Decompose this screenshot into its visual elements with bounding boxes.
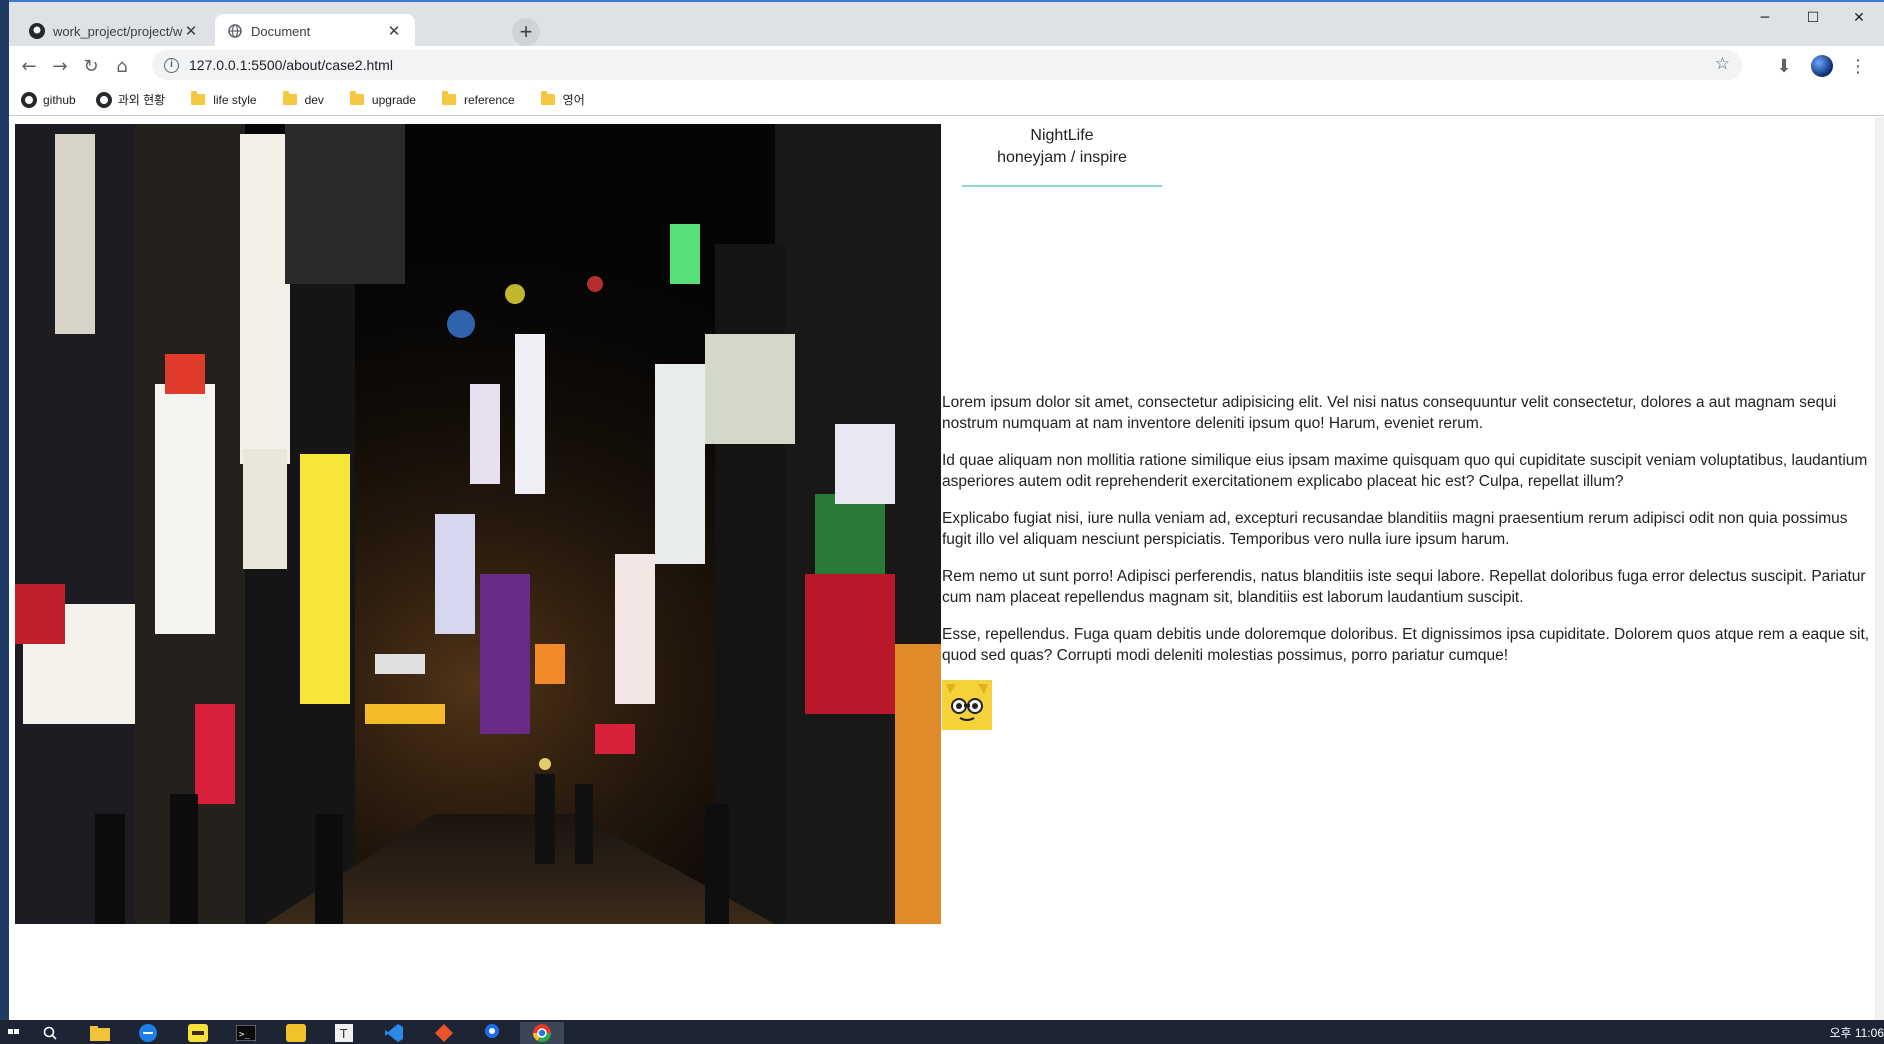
notepad-icon[interactable]: T bbox=[330, 1022, 358, 1044]
terminal-icon[interactable]: >_ bbox=[232, 1022, 260, 1044]
folder-icon bbox=[282, 91, 297, 105]
download-icon[interactable]: ⬇ bbox=[1771, 53, 1797, 79]
meta-divider bbox=[962, 185, 1162, 187]
close-icon[interactable]: ✕ bbox=[385, 22, 403, 40]
bookmark-label: dev bbox=[304, 92, 324, 107]
info-icon[interactable]: i bbox=[164, 57, 179, 73]
home-icon[interactable]: ⌂ bbox=[109, 53, 135, 79]
street-photo bbox=[15, 124, 941, 924]
url-text: 127.0.0.1:5500/about/case2.html bbox=[189, 57, 393, 73]
teamviewer-icon[interactable] bbox=[134, 1022, 162, 1044]
browser-toolbar: ← → ↻ ⌂ i 127.0.0.1:5500/about/case2.htm… bbox=[9, 46, 1884, 84]
avatar bbox=[1811, 55, 1833, 77]
bookmark-reference[interactable]: reference bbox=[436, 91, 515, 107]
article-paragraph: Lorem ipsum dolor sit amet, consectetur … bbox=[942, 394, 1837, 432]
desktop-edge bbox=[0, 0, 9, 1020]
folder-icon bbox=[441, 91, 456, 105]
sourcetree-icon[interactable] bbox=[430, 1022, 458, 1044]
bookmark-label: 영어 bbox=[562, 93, 585, 107]
post-meta: NightLife honeyjam / inspire bbox=[962, 125, 1162, 169]
maximize-icon[interactable]: ☐ bbox=[1790, 6, 1836, 30]
bookmark-label: 과외 현황 bbox=[117, 93, 166, 107]
bookmark-label: github bbox=[43, 92, 76, 107]
forward-icon[interactable]: → bbox=[47, 53, 73, 79]
folder-icon bbox=[349, 91, 364, 105]
article-paragraph: Explicabo fugiat nisi, iure nulla veniam… bbox=[942, 510, 1848, 548]
tab-title: Document bbox=[251, 23, 311, 39]
profile-icon[interactable] bbox=[1809, 53, 1835, 79]
svg-text:>_: >_ bbox=[239, 1030, 250, 1040]
bookmarks-bar: github 과외 현황 life style dev upgrade refe… bbox=[9, 84, 1884, 116]
window-close-icon[interactable]: ✕ bbox=[1836, 6, 1882, 30]
github-icon bbox=[29, 23, 45, 39]
bookmark-star-icon[interactable]: ☆ bbox=[1715, 54, 1730, 74]
tab-github-project[interactable]: work_project/project/week2 at m ✕ bbox=[17, 14, 212, 48]
scrollbar[interactable] bbox=[1875, 117, 1884, 1020]
article-paragraph: Esse, repellendus. Fuga quam debitis und… bbox=[942, 626, 1870, 664]
tab-title: work_project/project/week2 at m bbox=[53, 23, 182, 39]
bookmark-english[interactable]: 영어 bbox=[535, 91, 585, 108]
kakaotalk-icon[interactable] bbox=[184, 1022, 212, 1044]
github-icon bbox=[95, 91, 112, 108]
chrome-icon[interactable] bbox=[520, 1022, 564, 1044]
menu-icon[interactable]: ⋮ bbox=[1845, 53, 1871, 79]
bookmark-label: life style bbox=[213, 92, 257, 107]
folder-icon bbox=[191, 91, 206, 105]
system-clock: 오후 11:06 bbox=[1829, 1026, 1884, 1040]
minimize-icon[interactable]: ─ bbox=[1742, 6, 1788, 30]
bookmark-label: reference bbox=[463, 92, 515, 107]
github-icon bbox=[21, 91, 37, 108]
article-paragraph: Id quae aliquam non mollitia ratione sim… bbox=[942, 452, 1868, 490]
bookmark-tutoring-status[interactable]: 과외 현황 bbox=[95, 91, 166, 108]
tab-strip: work_project/project/week2 at m ✕ Docume… bbox=[9, 0, 1884, 48]
new-tab-button[interactable]: + bbox=[512, 18, 540, 46]
reload-icon[interactable]: ↻ bbox=[78, 53, 104, 79]
file-explorer-icon[interactable] bbox=[86, 1022, 114, 1044]
folder-icon bbox=[540, 91, 555, 105]
address-bar[interactable]: i 127.0.0.1:5500/about/case2.html ☆ bbox=[152, 50, 1742, 80]
back-icon[interactable]: ← bbox=[16, 53, 42, 79]
svg-text:T: T bbox=[339, 1027, 348, 1041]
bookmark-upgrade[interactable]: upgrade bbox=[344, 91, 416, 107]
bookmark-dev[interactable]: dev bbox=[277, 91, 324, 107]
search-icon[interactable] bbox=[36, 1022, 64, 1044]
globe-icon bbox=[227, 23, 243, 39]
article-body: Lorem ipsum dolor sit amet, consectetur … bbox=[942, 392, 1870, 730]
hero-image-nightlife-street bbox=[15, 124, 941, 924]
app-yellow-icon[interactable] bbox=[282, 1022, 310, 1044]
bookmark-label: upgrade bbox=[371, 92, 416, 107]
emoji-image bbox=[942, 680, 992, 730]
post-title: NightLife bbox=[1030, 127, 1094, 144]
tab-document[interactable]: Document ✕ bbox=[215, 14, 415, 48]
bookmark-github[interactable]: github bbox=[21, 91, 76, 108]
start-icon[interactable] bbox=[0, 1022, 28, 1044]
vscode-icon[interactable] bbox=[380, 1022, 408, 1044]
taskbar: >_ T 오후 11:06 bbox=[0, 1020, 1884, 1044]
bookmark-life-style[interactable]: life style bbox=[185, 91, 257, 107]
post-author-category: honeyjam / inspire bbox=[997, 149, 1127, 166]
close-icon[interactable]: ✕ bbox=[182, 22, 200, 40]
page-viewport: NightLife honeyjam / inspire Lorem ipsum… bbox=[9, 117, 1875, 1020]
article-paragraph: Rem nemo ut sunt porro! Adipisci perfere… bbox=[942, 568, 1866, 606]
maps-icon[interactable] bbox=[478, 1022, 506, 1044]
